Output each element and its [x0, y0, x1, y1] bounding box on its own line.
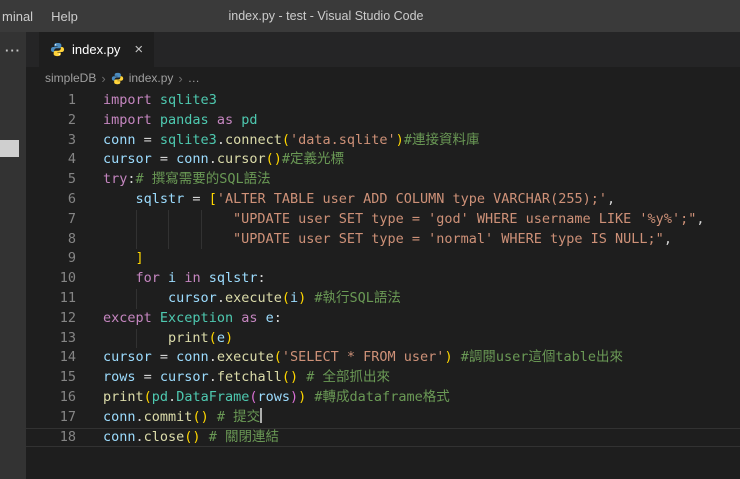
line-number: 15 — [26, 368, 76, 388]
line-number: 14 — [26, 348, 76, 368]
code-text: rows = cursor.fetchall() # 全部抓出來 — [76, 368, 390, 388]
line-number: 12 — [26, 309, 76, 329]
code-text: ] — [76, 249, 144, 269]
breadcrumb-folder[interactable]: simpleDB — [45, 71, 96, 85]
code-text: try:# 撰寫需要的SQL語法 — [76, 170, 271, 190]
line-number: 5 — [26, 170, 76, 190]
code-line-7[interactable]: 7 "UPDATE user SET type = 'god' WHERE us… — [26, 210, 740, 230]
code-line-8[interactable]: 8 "UPDATE user SET type = 'normal' WHERE… — [26, 230, 740, 250]
code-line-18[interactable]: 18conn.close() # 關閉連結 — [26, 428, 740, 448]
line-number: 3 — [26, 131, 76, 151]
breadcrumb-separator-icon: › — [178, 71, 182, 86]
code-text: "UPDATE user SET type = 'god' WHERE user… — [76, 210, 704, 230]
code-editor[interactable]: 1import sqlite32import pandas as pd3conn… — [26, 89, 740, 479]
activity-bar-indicator — [0, 140, 19, 157]
line-number: 16 — [26, 388, 76, 408]
code-text: cursor = conn.execute('SELECT * FROM use… — [76, 348, 623, 368]
breadcrumb-separator-icon: › — [101, 71, 105, 86]
overflow-menu-icon[interactable]: ··· — [0, 43, 26, 58]
code-line-2[interactable]: 2import pandas as pd — [26, 111, 740, 131]
indent-guide — [136, 210, 137, 250]
code-text: conn.close() # 關閉連結 — [76, 428, 279, 448]
indent-guide — [201, 210, 202, 250]
code-text: print(pd.DataFrame(rows)) #轉成dataframe格式 — [76, 388, 450, 408]
code-text: cursor = conn.cursor()#定義光標 — [76, 150, 344, 170]
code-text: sqlstr = ['ALTER TABLE user ADD COLUMN t… — [76, 190, 615, 210]
python-file-icon — [50, 42, 65, 57]
line-number: 17 — [26, 408, 76, 428]
tab-index-py[interactable]: index.py × — [39, 32, 154, 67]
breadcrumb: simpleDB › index.py › … — [26, 67, 740, 89]
code-lines: 1import sqlite32import pandas as pd3conn… — [26, 91, 740, 447]
code-line-6[interactable]: 6 sqlstr = ['ALTER TABLE user ADD COLUMN… — [26, 190, 740, 210]
code-line-5[interactable]: 5try:# 撰寫需要的SQL語法 — [26, 170, 740, 190]
indent-guide — [136, 329, 137, 349]
window-title: index.py - test - Visual Studio Code — [0, 9, 652, 23]
menu-help[interactable]: Help — [42, 9, 87, 24]
code-text: conn = sqlite3.connect('data.sqlite')#連接… — [76, 131, 479, 151]
code-line-9[interactable]: 9 ] — [26, 249, 740, 269]
code-line-15[interactable]: 15rows = cursor.fetchall() # 全部抓出來 — [26, 368, 740, 388]
code-line-1[interactable]: 1import sqlite3 — [26, 91, 740, 111]
code-line-14[interactable]: 14cursor = conn.execute('SELECT * FROM u… — [26, 348, 740, 368]
code-line-12[interactable]: 12except Exception as e: — [26, 309, 740, 329]
python-file-icon — [111, 72, 124, 85]
main-area: ··· index.py × — [0, 32, 740, 479]
line-number: 1 — [26, 91, 76, 111]
breadcrumb-symbol[interactable]: … — [188, 71, 200, 85]
tab-close-icon[interactable]: × — [134, 42, 143, 57]
line-number: 10 — [26, 269, 76, 289]
code-text: import sqlite3 — [76, 91, 217, 111]
line-number: 7 — [26, 210, 76, 230]
line-number: 11 — [26, 289, 76, 309]
line-number: 4 — [26, 150, 76, 170]
code-text: cursor.execute(i) #執行SQL語法 — [76, 289, 401, 309]
code-text: import pandas as pd — [76, 111, 258, 131]
tab-label: index.py — [72, 42, 120, 57]
code-text: conn.commit() # 提交 — [76, 408, 262, 428]
code-line-4[interactable]: 4cursor = conn.cursor()#定義光標 — [26, 150, 740, 170]
code-line-17[interactable]: 17conn.commit() # 提交 — [26, 408, 740, 428]
indent-guide — [136, 289, 137, 309]
code-line-10[interactable]: 10 for i in sqlstr: — [26, 269, 740, 289]
text-cursor — [260, 408, 262, 423]
line-number: 18 — [26, 428, 76, 448]
title-bar: minal Help index.py - test - Visual Stud… — [0, 0, 740, 32]
line-number: 13 — [26, 329, 76, 349]
line-number: 9 — [26, 249, 76, 269]
code-text: except Exception as e: — [76, 309, 282, 329]
vscode-window: minal Help index.py - test - Visual Stud… — [0, 0, 740, 479]
code-line-3[interactable]: 3conn = sqlite3.connect('data.sqlite')#連… — [26, 131, 740, 151]
menu-bar: minal Help — [0, 9, 87, 24]
code-text: for i in sqlstr: — [76, 269, 266, 289]
editor-group: index.py × simpleDB › index.py › … — [26, 32, 740, 479]
menu-terminal[interactable]: minal — [0, 9, 42, 24]
breadcrumb-file[interactable]: index.py — [129, 71, 174, 85]
tab-bar: index.py × — [26, 32, 740, 67]
indent-guide — [168, 210, 169, 250]
activity-bar: ··· — [0, 32, 26, 479]
line-number: 6 — [26, 190, 76, 210]
line-number: 2 — [26, 111, 76, 131]
code-text: "UPDATE user SET type = 'normal' WHERE t… — [76, 230, 672, 250]
line-number: 8 — [26, 230, 76, 250]
code-line-13[interactable]: 13 print(e) — [26, 329, 740, 349]
code-line-11[interactable]: 11 cursor.execute(i) #執行SQL語法 — [26, 289, 740, 309]
code-line-16[interactable]: 16print(pd.DataFrame(rows)) #轉成dataframe… — [26, 388, 740, 408]
code-text: print(e) — [76, 329, 233, 349]
